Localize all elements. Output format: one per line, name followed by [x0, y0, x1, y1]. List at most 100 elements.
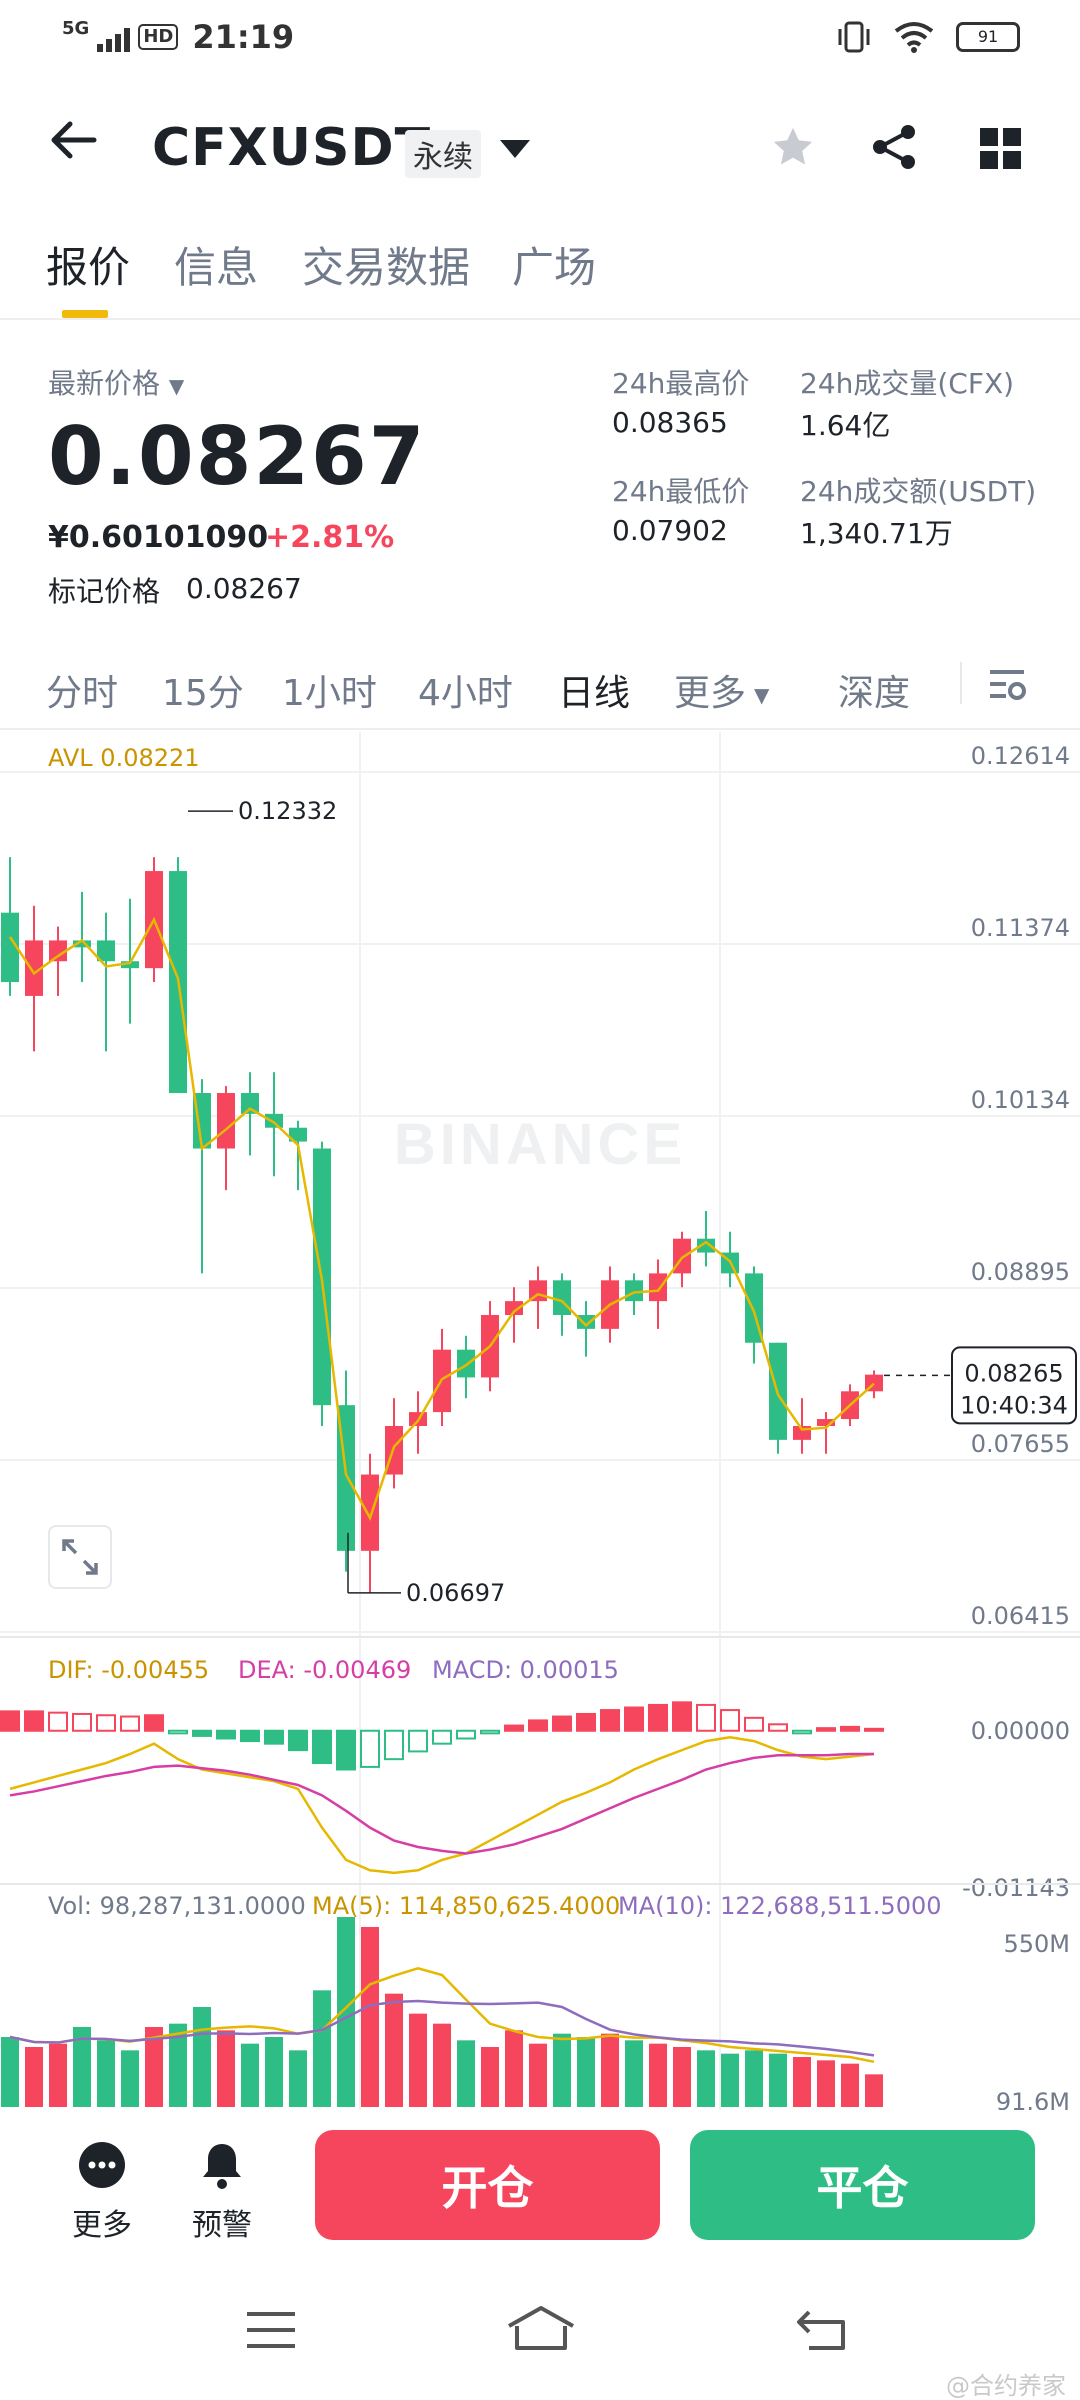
credit-watermark: @合约养家 [946, 2372, 1066, 2400]
volume-usdt-label: 24h成交额(USDT) [800, 475, 1037, 508]
volume-bar [121, 2050, 139, 2107]
interval-more-label: 更多 [674, 673, 747, 714]
interval-more[interactable]: 更多 ▼ [674, 664, 769, 716]
macd-bar [648, 1703, 668, 1732]
volume-bar [457, 2040, 475, 2107]
interval-4h[interactable]: 4小时 [418, 664, 513, 716]
macd-bar [24, 1710, 44, 1732]
macd-value-label: MACD: 0.00015 [432, 1656, 619, 1684]
interval-15m[interactable]: 15分 [162, 664, 244, 716]
interval-timeline[interactable]: 分时 [46, 664, 118, 716]
chart-settings-icon[interactable] [988, 666, 1028, 706]
macd-bar [96, 1714, 116, 1732]
tab-quote[interactable]: 报价 [46, 234, 130, 295]
high-marker-label: 0.12332 [238, 797, 337, 825]
expand-icon [62, 1539, 98, 1575]
macd-bar [864, 1727, 884, 1732]
high-24h-label: 24h最高价 [612, 367, 750, 400]
interval-depth[interactable]: 深度 [838, 664, 910, 716]
volume-bar [265, 2037, 283, 2107]
latest-price-label[interactable]: 最新价格 ▼ [48, 362, 184, 402]
avl-line [8, 916, 875, 1521]
volume-bar [553, 2033, 571, 2107]
wifi-icon [894, 22, 934, 53]
volume-panel: Vol: 98,287,131.0000 MA(5): 114,850,625.4… [0, 1883, 1080, 2110]
fullscreen-button[interactable] [48, 1525, 112, 1589]
macd-bar [672, 1701, 692, 1732]
macd-bar [744, 1716, 764, 1732]
home-icon[interactable] [505, 2304, 577, 2352]
alert-label: 预警 [192, 2208, 252, 2243]
current-price-value: 0.08265 [964, 1359, 1063, 1387]
price-chart[interactable]: BINANCE 0.12614 0.11374 0.10134 0.08895 0.07… [0, 732, 1080, 2110]
macd-bar [288, 1729, 308, 1752]
more-label: 更多 [72, 2208, 132, 2243]
price-tick: 0.06415 [971, 1602, 1070, 1630]
back-nav-icon[interactable] [795, 2306, 851, 2352]
symbol-dropdown-icon[interactable] [500, 140, 530, 158]
macd-bar [408, 1729, 428, 1753]
volume-bar [841, 2063, 859, 2107]
volume-bar [193, 2007, 211, 2107]
volume-bar [385, 1993, 403, 2107]
symbol-title[interactable]: CFXUSDT [152, 118, 431, 178]
clock: 21:19 [192, 18, 295, 56]
volume-cfx-value: 1.64亿 [800, 409, 891, 442]
mark-price: 0.08267 [186, 572, 302, 605]
price-change: +2.81% [265, 520, 395, 555]
volume-bar [793, 2057, 811, 2107]
status-bar: 5G HD 21:19 91 [0, 0, 1080, 70]
candle-body [625, 1280, 643, 1302]
macd-bar [456, 1729, 476, 1740]
price-tick: 0.10134 [971, 1086, 1070, 1114]
volume-bar [1, 2037, 19, 2107]
price-tick: 0.08895 [971, 1258, 1070, 1286]
contract-type-badge: 永续 [405, 130, 481, 178]
battery-icon: 91 [956, 22, 1020, 52]
volume-bar [481, 2047, 499, 2107]
alert-button[interactable]: 预警 [192, 2140, 252, 2244]
volume-label: Vol: 98,287,131.0000 [48, 1892, 306, 1920]
avl-label: AVL 0.08221 [48, 744, 200, 772]
macd-tick: 0.00000 [971, 1717, 1070, 1745]
back-arrow-icon[interactable] [48, 120, 98, 160]
latest-price: 0.08267 [48, 410, 427, 503]
close-position-button[interactable]: 平仓 [690, 2130, 1035, 2240]
tab-info[interactable]: 信息 [174, 234, 258, 295]
macd-bar [552, 1715, 572, 1732]
share-icon[interactable] [870, 124, 918, 170]
binance-watermark: BINANCE [394, 1112, 686, 1177]
volume-bar [649, 2043, 667, 2107]
volume-bar [433, 2023, 451, 2107]
grid-menu-icon[interactable] [980, 128, 1022, 170]
macd-tick: -0.01143 [962, 1874, 1070, 1902]
caret-down-icon: ▼ [168, 374, 185, 398]
active-tab-indicator [62, 310, 108, 318]
candle-body [217, 1093, 235, 1149]
candle-body [265, 1113, 283, 1128]
status-right: 91 [836, 20, 1020, 54]
volume-bar [721, 2053, 739, 2107]
macd-bar [480, 1729, 500, 1735]
volume-bar [241, 2043, 259, 2107]
interval-1h[interactable]: 1小时 [282, 664, 377, 716]
volume-bar [769, 2053, 787, 2107]
volume-bar [25, 2047, 43, 2107]
caret-down-icon: ▼ [754, 683, 770, 707]
volume-bar [409, 2013, 427, 2107]
tab-square[interactable]: 广场 [512, 234, 596, 295]
favorite-star-icon[interactable] [770, 124, 816, 170]
interval-1d[interactable]: 日线 [558, 664, 630, 716]
volume-bar [697, 2050, 715, 2107]
more-button[interactable]: 更多 [72, 2140, 132, 2244]
open-position-button[interactable]: 开仓 [315, 2130, 660, 2240]
menu-icon[interactable] [245, 2310, 297, 2350]
tab-trading-data[interactable]: 交易数据 [302, 234, 470, 295]
volume-bar [49, 2043, 67, 2107]
macd-bar [72, 1712, 92, 1732]
battery-level: 91 [977, 27, 999, 46]
low-24h-label: 24h最低价 [612, 475, 750, 508]
macd-bar [840, 1725, 860, 1732]
volume-bar [505, 2030, 523, 2107]
candle-body [241, 1093, 259, 1114]
